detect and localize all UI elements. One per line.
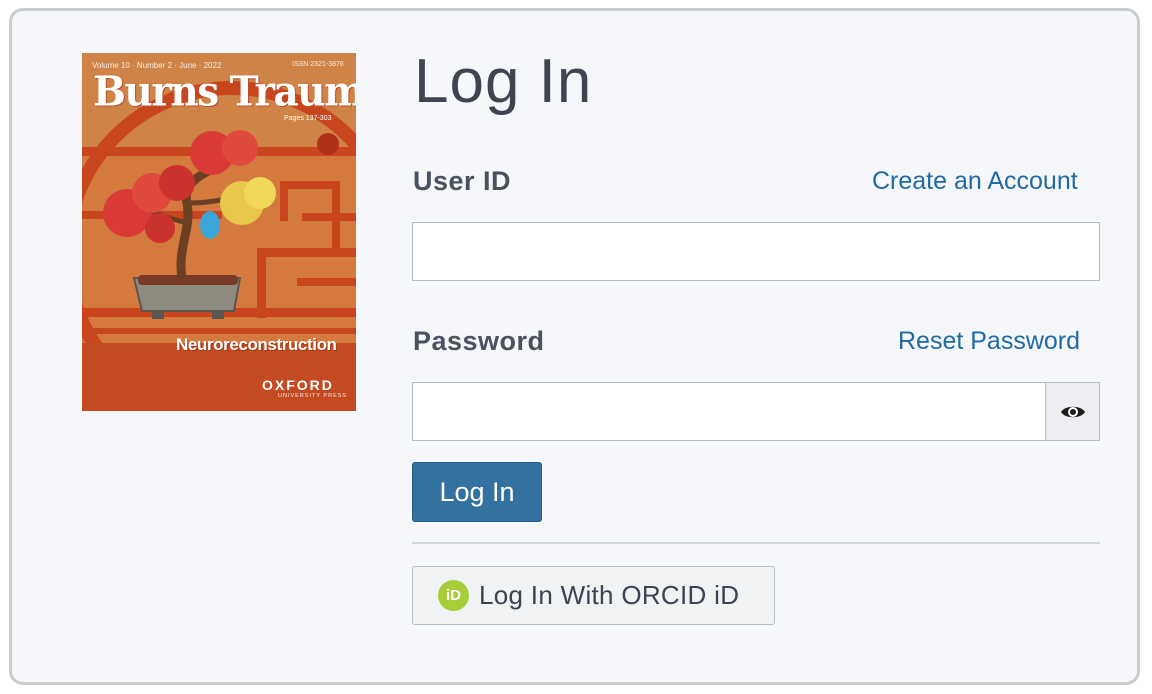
user-id-label: User ID [413, 166, 512, 196]
password-input[interactable] [412, 382, 1046, 441]
show-password-button[interactable] [1045, 382, 1100, 441]
create-account-link[interactable]: Create an Account [872, 167, 1078, 196]
cover-feature-title: Neuroreconstruction [176, 335, 337, 354]
cover-publisher-logo: OXFORD [262, 377, 334, 393]
cover-publisher-sub: UNIVERSITY PRESS [278, 393, 348, 399]
divider [412, 542, 1100, 544]
cover-pages: Pages 137-303 [284, 115, 332, 122]
orcid-icon: iD [438, 580, 469, 611]
orcid-login-label: Log In With ORCID iD [479, 580, 740, 610]
user-id-input[interactable] [412, 222, 1100, 281]
orcid-login-button[interactable]: iD Log In With ORCID iD [412, 566, 775, 625]
cover-title: Burns Trauma [93, 67, 356, 117]
eye-icon [1060, 406, 1085, 417]
page-title: Log In [414, 47, 593, 116]
login-button[interactable]: Log In [412, 462, 542, 522]
password-label: Password [413, 326, 545, 356]
reset-password-link[interactable]: Reset Password [898, 327, 1080, 356]
journal-cover-image: Volume 10 · Number 2 · June · 2022 ISSN … [82, 53, 356, 411]
